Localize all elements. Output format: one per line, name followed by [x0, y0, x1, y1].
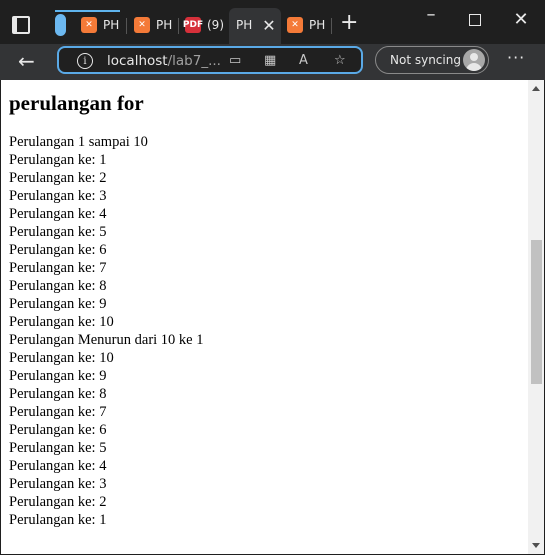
xampp-icon: ✕ — [134, 17, 150, 33]
more-menu-button[interactable]: ··· — [507, 48, 525, 67]
tab-separator — [178, 18, 179, 34]
favorites-star-icon[interactable]: ☆ — [334, 53, 346, 68]
output-line: Perulangan ke: 10 — [9, 314, 114, 330]
output-line: Perulangan ke: 6 — [9, 422, 107, 438]
maximize-icon — [469, 14, 481, 26]
output-line: Perulangan ke: 5 — [9, 440, 107, 456]
back-button[interactable]: ← — [18, 49, 35, 73]
output-line: Perulangan 1 sampai 10 — [9, 134, 148, 150]
tab-4-active[interactable]: PH ✕ — [236, 10, 276, 40]
tab-3[interactable]: PDF (9) — [183, 10, 224, 40]
output-line: Perulangan ke: 7 — [9, 404, 107, 420]
new-tab-button[interactable]: + — [340, 12, 358, 34]
tab-label: PH — [103, 18, 120, 32]
page-content: perulangan for Perulangan 1 sampai 10 Per… — [9, 91, 509, 529]
tab-label: PH — [309, 18, 326, 32]
output-line: Perulangan ke: 9 — [9, 368, 107, 384]
tab-group-indicator[interactable] — [55, 14, 66, 36]
pdf-icon: PDF — [183, 17, 203, 33]
output-line: Perulangan ke: 6 — [9, 242, 107, 258]
tab-label: (9) — [207, 18, 224, 32]
xampp-icon: ✕ — [81, 17, 97, 33]
output-line: Perulangan ke: 8 — [9, 278, 107, 294]
url-host: localhost — [107, 53, 168, 69]
output-line: Perulangan ke: 5 — [9, 224, 107, 240]
tab-bar: ✕ PH ✕ PH PDF (9) PH ✕ ✕ PH + – ✕ — [0, 0, 545, 44]
maximize-button[interactable] — [463, 10, 487, 30]
url-path: /lab7_... — [167, 53, 221, 69]
output-line: Perulangan ke: 1 — [9, 152, 107, 168]
minimize-button[interactable]: – — [419, 4, 443, 25]
output-line: Perulangan ke: 9 — [9, 296, 107, 312]
output-line: Perulangan ke: 1 — [9, 512, 107, 528]
navigation-bar: ← i localhost/lab7_... ▭ ▦ A ☆ Not synci… — [0, 44, 545, 80]
sync-label: Not syncing — [390, 53, 461, 67]
output-line: Perulangan ke: 3 — [9, 188, 107, 204]
scrollbar-thumb[interactable] — [531, 240, 542, 384]
output-line: Perulangan ke: 2 — [9, 170, 107, 186]
close-window-button[interactable]: ✕ — [509, 9, 533, 30]
page-viewport: perulangan for Perulangan 1 sampai 10 Per… — [1, 80, 544, 554]
tab-label: PH — [236, 18, 253, 32]
output-line: Perulangan ke: 4 — [9, 206, 107, 222]
output-line: Perulangan Menurun dari 10 ke 1 — [9, 332, 204, 348]
output-line: Perulangan ke: 2 — [9, 494, 107, 510]
url-text[interactable]: localhost/lab7_... — [107, 53, 221, 69]
tab-separator — [126, 18, 127, 34]
avatar — [463, 49, 485, 71]
close-tab-icon[interactable]: ✕ — [262, 16, 275, 35]
output-line: Perulangan ke: 4 — [9, 458, 107, 474]
tab-actions-icon — [12, 16, 30, 34]
scroll-down-icon[interactable] — [532, 543, 540, 548]
page-heading: perulangan for — [9, 91, 144, 115]
output-lines: Perulangan 1 sampai 10 Perulangan ke: 1 Pe… — [9, 133, 509, 529]
apps-icon[interactable]: ▦ — [264, 53, 276, 68]
tab-2[interactable]: ✕ PH — [134, 10, 172, 40]
tab-5[interactable]: ✕ PH — [287, 10, 325, 40]
scroll-up-icon[interactable] — [532, 86, 540, 91]
vertical-scrollbar[interactable] — [528, 80, 544, 554]
tab-1[interactable]: ✕ PH — [81, 10, 119, 40]
device-icon[interactable]: ▭ — [229, 53, 241, 68]
tab-actions-button[interactable] — [8, 12, 34, 38]
output-line: Perulangan ke: 10 — [9, 350, 114, 366]
sync-button[interactable]: Not syncing — [375, 46, 489, 74]
output-line: Perulangan ke: 8 — [9, 386, 107, 402]
output-line: Perulangan ke: 7 — [9, 260, 107, 276]
tab-label: PH — [156, 18, 173, 32]
output-line: Perulangan ke: 3 — [9, 476, 107, 492]
info-icon[interactable]: i — [77, 53, 93, 69]
read-aloud-icon[interactable]: A — [299, 53, 308, 68]
tab-separator — [331, 18, 332, 34]
xampp-icon: ✕ — [287, 17, 303, 33]
address-bar[interactable]: i localhost/lab7_... ▭ ▦ A ☆ — [57, 46, 363, 74]
